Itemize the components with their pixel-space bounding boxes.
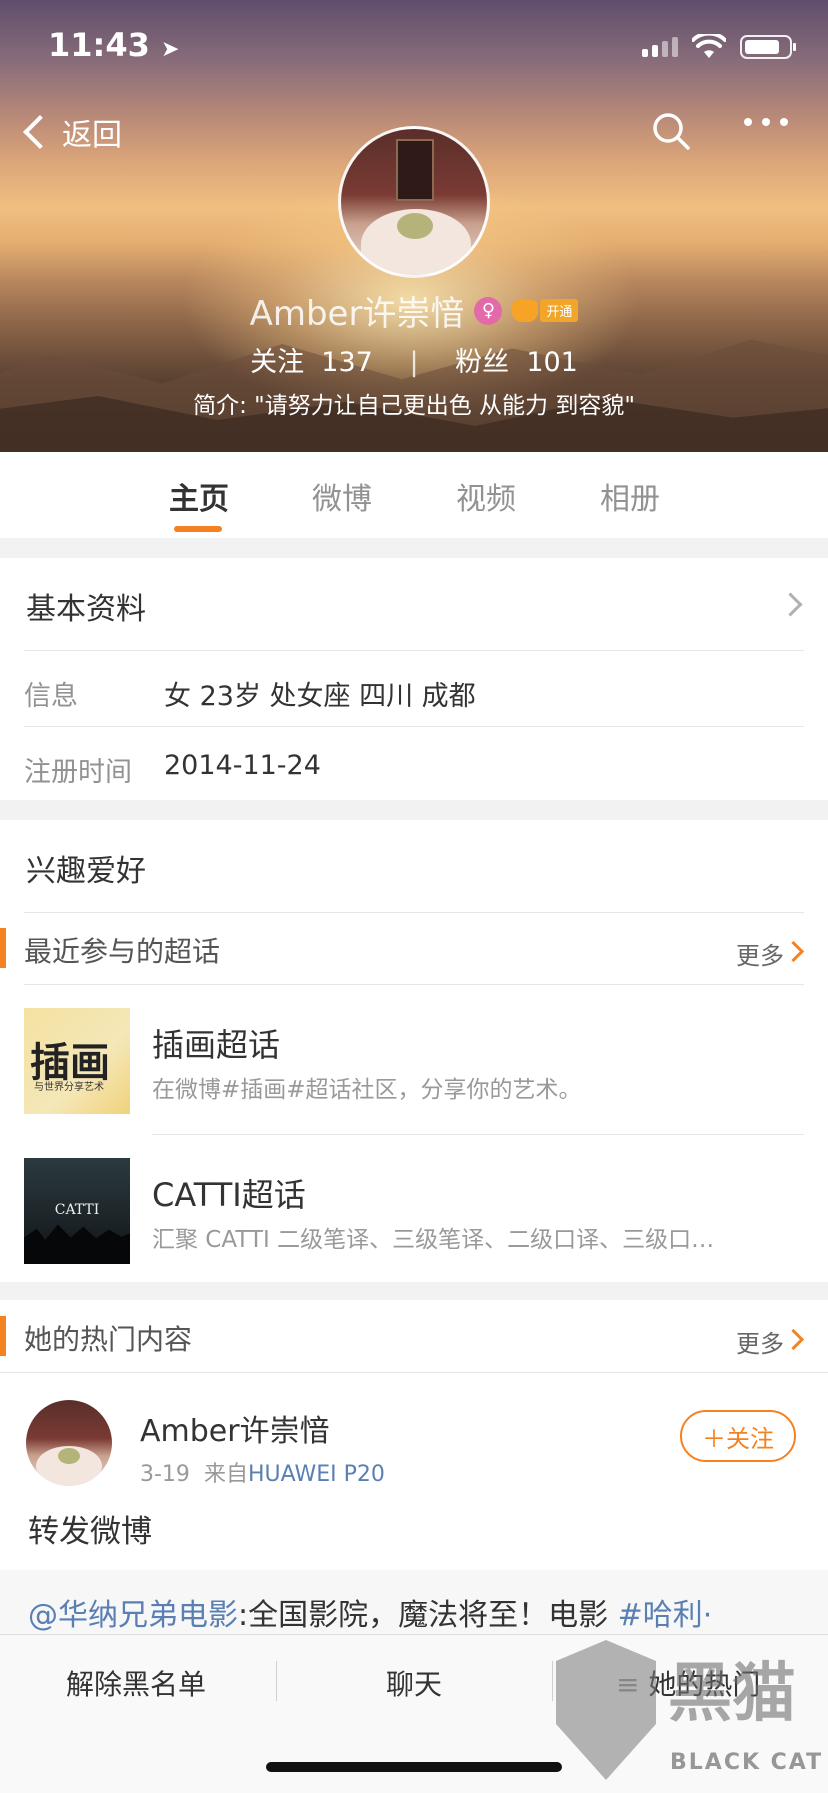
super-topics-title: 最近参与的超话 (24, 935, 221, 968)
cellular-signal-icon (642, 37, 678, 57)
location-arrow-icon: ➤ (161, 37, 180, 62)
watermark-logo: 黑猫 BLACK CAT (556, 1640, 828, 1792)
basic-info-card: 基本资料 信息 女 23岁 处女座 四川 成都 注册时间 2014-11-24 (0, 558, 828, 800)
chat-button[interactable]: 聊天 (386, 1663, 442, 1703)
search-icon[interactable] (652, 112, 690, 150)
topic-description: 汇聚 CATTI 二级笔译、三级笔译、二级口译、三级口… (152, 1227, 715, 1253)
super-topics-more-link[interactable]: 更多 (736, 936, 784, 971)
vip-badge[interactable]: 开通 (512, 299, 579, 322)
hot-content-title: 她的热门内容 (24, 1323, 193, 1356)
topic-description: 在微博#插画#超话社区，分享你的艺术。 (152, 1077, 582, 1103)
chevron-left-icon (23, 115, 57, 149)
female-gender-icon: ♀ (474, 296, 503, 325)
profile-name: Amber许崇愔 (249, 294, 465, 334)
back-label: 返回 (62, 118, 122, 153)
hot-content-card: 她的热门内容 更多 Amber许崇愔 3-19 来自HUAWEI P20 ＋关注… (0, 1300, 828, 1634)
tab-weibo[interactable]: 微博 (312, 474, 372, 518)
topic-title: CATTI超话 (152, 1176, 306, 1214)
back-button[interactable]: 返回 (22, 110, 122, 154)
battery-icon (740, 35, 796, 59)
following-stat[interactable]: 关注 137 (250, 347, 373, 378)
topic-thumbnail: 插画 与世界分享艺术 (24, 1008, 130, 1114)
topic-title: 插画超话 (152, 1026, 281, 1064)
hot-content-more-link[interactable]: 更多 (736, 1324, 784, 1359)
profile-tabs: 主页 微博 视频 相册 (0, 452, 828, 538)
cat-shield-icon (556, 1640, 656, 1780)
interests-card: 兴趣爱好 最近参与的超话 更多 插画 与世界分享艺术 插画超话 在微博#插画#超… (0, 820, 828, 1282)
basic-info-title[interactable]: 基本资料 (26, 584, 146, 628)
profile-bio: 简介: "请努力让自己更出色 从能力 到容貌" (193, 393, 635, 419)
repost-hashtag[interactable]: #哈利· (618, 1598, 713, 1633)
status-time: 11:43 ➤ (48, 26, 180, 64)
interests-title: 兴趣爱好 (26, 854, 146, 889)
chevron-right-icon[interactable] (778, 592, 803, 617)
section-accent (0, 1316, 6, 1356)
home-indicator[interactable] (266, 1762, 562, 1772)
more-options-icon[interactable] (744, 118, 788, 126)
post-source[interactable]: HUAWEI P20 (248, 1462, 385, 1487)
tab-video[interactable]: 视频 (456, 474, 516, 518)
tab-home[interactable]: 主页 (169, 474, 229, 518)
post-meta: 3-19 来自HUAWEI P20 (140, 1462, 385, 1487)
info-label: 信息 (24, 681, 78, 712)
info-value: 女 23岁 处女座 四川 成都 (164, 681, 476, 712)
avatar[interactable] (338, 126, 490, 278)
status-icons (642, 34, 796, 60)
follow-button[interactable]: ＋关注 (680, 1410, 796, 1462)
repost-content[interactable]: @华纳兄弟电影:全国影院，魔法将至！电影 #哈利· (0, 1570, 828, 1634)
unblock-button[interactable]: 解除黑名单 (66, 1663, 206, 1703)
follow-stats: 关注 137 | 粉丝 101 (250, 347, 578, 378)
post-author-name[interactable]: Amber许崇愔 (140, 1406, 330, 1450)
active-tab-indicator (174, 526, 222, 532)
repost-mention[interactable]: @华纳兄弟电影 (28, 1598, 238, 1633)
chevron-right-icon[interactable] (782, 1328, 805, 1351)
tab-album[interactable]: 相册 (600, 474, 660, 518)
profile-name-row: Amber许崇愔 ♀ 开通 (0, 286, 828, 335)
fans-stat[interactable]: 粉丝 101 (455, 347, 578, 378)
register-date-label: 注册时间 (24, 757, 132, 788)
register-date-value: 2014-11-24 (164, 750, 321, 781)
section-accent (0, 928, 6, 968)
post-author-avatar[interactable] (26, 1400, 112, 1486)
crown-icon (512, 299, 539, 322)
repost-text: @华纳兄弟电影:全国影院，魔法将至！电影 #哈利· (28, 1598, 713, 1633)
vip-open-tag: 开通 (540, 299, 579, 322)
chevron-right-icon[interactable] (782, 940, 805, 963)
topic-thumbnail: CATTI (24, 1158, 130, 1264)
wifi-icon (692, 34, 726, 58)
profile-header: 11:43 ➤ 返回 Amber许崇愔 ♀ 开通 关注 137 | 粉丝 101… (0, 0, 828, 452)
post-text: 转发微博 (28, 1514, 152, 1550)
